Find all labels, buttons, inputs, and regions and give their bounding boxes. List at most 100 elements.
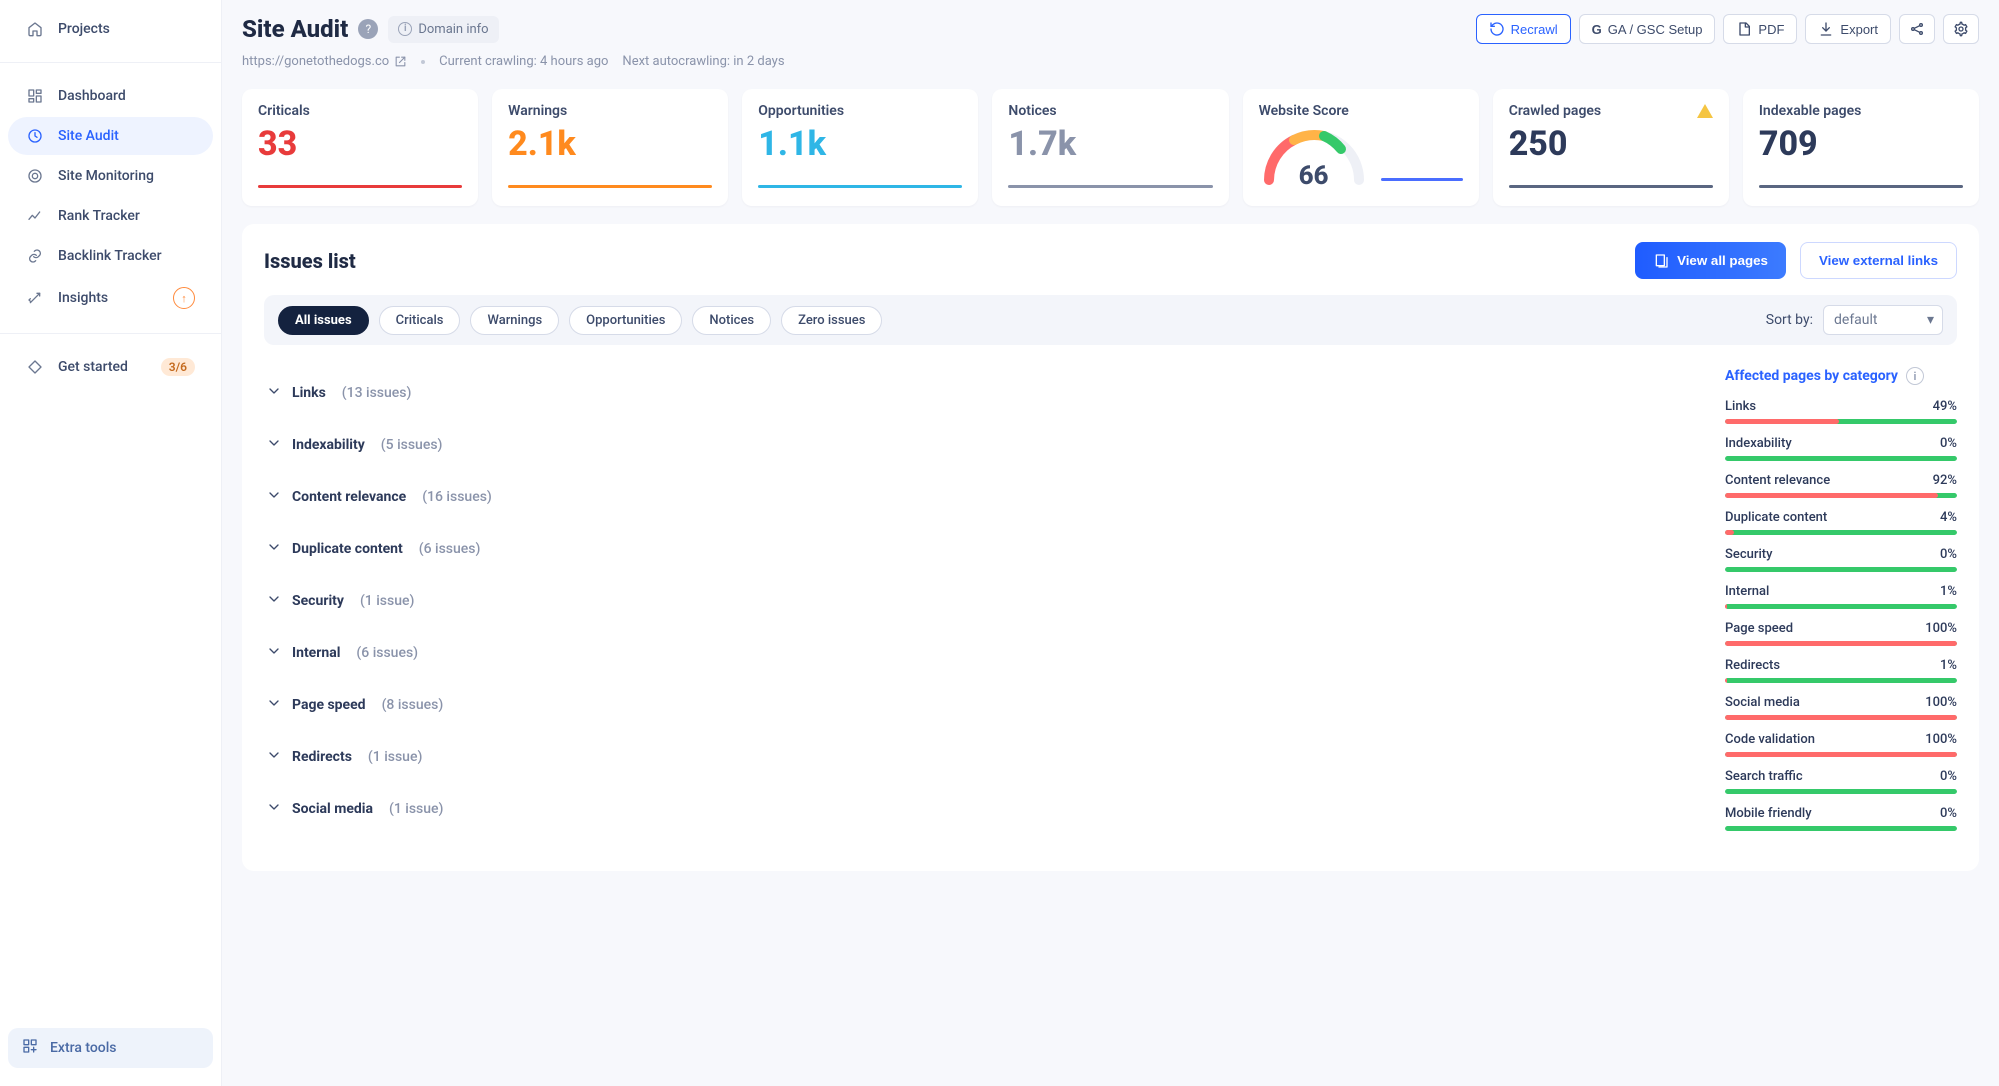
export-button[interactable]: Export [1805, 14, 1891, 44]
share-icon [1909, 21, 1925, 37]
affected-name: Search traffic [1725, 769, 1803, 784]
card-warnings[interactable]: Warnings 2.1k [492, 89, 728, 206]
sidebar-label: Get started [58, 359, 128, 375]
issue-row[interactable]: Internal (6 issues) [264, 627, 1685, 679]
issue-name: Security [292, 593, 344, 609]
sidebar-item-site-monitoring[interactable]: Site Monitoring [8, 157, 213, 195]
sidebar-label: Insights [58, 290, 108, 306]
issues-panel: Issues list View all pages View external… [242, 224, 1979, 871]
issue-name: Links [292, 385, 326, 401]
card-underline [1381, 178, 1463, 181]
issue-list: Links (13 issues) Indexability (5 issues… [264, 367, 1685, 843]
filter-opportunities[interactable]: Opportunities [569, 306, 682, 335]
affected-pct: 4% [1940, 510, 1957, 525]
affected-name: Internal [1725, 584, 1769, 599]
sort-label: Sort by: [1766, 312, 1813, 328]
export-label: Export [1840, 22, 1878, 37]
card-criticals[interactable]: Criticals 33 [242, 89, 478, 206]
issue-row[interactable]: Social media (1 issue) [264, 783, 1685, 835]
sidebar-item-backlink-tracker[interactable]: Backlink Tracker [8, 237, 213, 275]
affected-pct: 100% [1925, 732, 1957, 747]
issue-name: Redirects [292, 749, 352, 765]
filter-criticals[interactable]: Criticals [379, 306, 461, 335]
filter-notices[interactable]: Notices [692, 306, 771, 335]
issue-row[interactable]: Redirects (1 issue) [264, 731, 1685, 783]
card-crawled-pages[interactable]: Crawled pages 250 [1493, 89, 1729, 206]
main: Site Audit ? Domain info Recrawl G GA / … [222, 0, 1999, 1086]
card-website-score[interactable]: Website Score 66 [1243, 89, 1479, 206]
extra-tools-button[interactable]: Extra tools [8, 1028, 213, 1068]
card-indexable-pages[interactable]: Indexable pages 709 [1743, 89, 1979, 206]
card-value: 1.7k [1008, 127, 1212, 161]
affected-bar [1725, 493, 1957, 498]
card-opportunities[interactable]: Opportunities 1.1k [742, 89, 978, 206]
view-external-links-button[interactable]: View external links [1800, 242, 1957, 279]
view-all-label: View all pages [1677, 253, 1768, 268]
page-header: Site Audit ? Domain info Recrawl G GA / … [242, 14, 1979, 44]
chevron-down-icon [266, 435, 282, 455]
upgrade-icon[interactable]: ↑ [173, 287, 195, 309]
affected-item: Mobile friendly0% [1725, 806, 1957, 831]
sort-select[interactable]: default ▾ [1823, 305, 1943, 335]
diamond-icon [26, 358, 44, 376]
affected-bar [1725, 567, 1957, 572]
sidebar-item-get-started[interactable]: Get started 3/6 [8, 348, 213, 386]
card-label: Indexable pages [1759, 103, 1963, 119]
rank-icon [26, 207, 44, 225]
card-underline [1759, 185, 1963, 188]
stat-cards: Criticals 33 Warnings 2.1k Opportunities… [242, 89, 1979, 206]
filter-bar: All issues Criticals Warnings Opportunit… [264, 295, 1957, 345]
monitoring-icon [26, 167, 44, 185]
info-icon[interactable]: i [1906, 367, 1924, 385]
sidebar-item-dashboard[interactable]: Dashboard [8, 77, 213, 115]
view-all-pages-button[interactable]: View all pages [1635, 242, 1786, 279]
chevron-down-icon: ▾ [1927, 312, 1934, 328]
issue-row[interactable]: Duplicate content (6 issues) [264, 523, 1685, 575]
pdf-icon [1736, 21, 1752, 37]
ga-gsc-button[interactable]: G GA / GSC Setup [1579, 14, 1716, 44]
affected-item: Links49% [1725, 399, 1957, 424]
sidebar-item-projects[interactable]: Projects [8, 10, 213, 48]
issue-row[interactable]: Links (13 issues) [264, 367, 1685, 419]
affected-pct: 100% [1925, 695, 1957, 710]
issue-row[interactable]: Indexability (5 issues) [264, 419, 1685, 471]
affected-pct: 0% [1940, 769, 1957, 784]
filter-all[interactable]: All issues [278, 306, 369, 335]
pages-icon [1653, 253, 1669, 269]
issue-count: (16 issues) [422, 489, 492, 505]
affected-name: Code validation [1725, 732, 1815, 747]
gauge: 66 [1259, 125, 1369, 185]
card-notices[interactable]: Notices 1.7k [992, 89, 1228, 206]
issue-count: (6 issues) [356, 645, 418, 661]
affected-name: Social media [1725, 695, 1800, 710]
filter-warnings[interactable]: Warnings [470, 306, 559, 335]
affected-name: Content relevance [1725, 473, 1830, 488]
filter-zero[interactable]: Zero issues [781, 306, 882, 335]
settings-button[interactable] [1943, 14, 1979, 44]
pdf-button[interactable]: PDF [1723, 14, 1797, 44]
issue-row[interactable]: Page speed (8 issues) [264, 679, 1685, 731]
share-button[interactable] [1899, 14, 1935, 44]
help-icon[interactable]: ? [358, 19, 378, 39]
affected-pct: 100% [1925, 621, 1957, 636]
sidebar-label: Rank Tracker [58, 208, 140, 224]
issue-row[interactable]: Security (1 issue) [264, 575, 1685, 627]
affected-name: Page speed [1725, 621, 1793, 636]
card-underline [758, 185, 962, 188]
affected-item: Redirects1% [1725, 658, 1957, 683]
recrawl-button[interactable]: Recrawl [1476, 14, 1571, 44]
sidebar-item-rank-tracker[interactable]: Rank Tracker [8, 197, 213, 235]
card-label: Website Score [1259, 103, 1463, 119]
project-url-link[interactable]: https://gonetothedogs.co [242, 54, 407, 69]
issue-row[interactable]: Content relevance (16 issues) [264, 471, 1685, 523]
affected-bar [1725, 789, 1957, 794]
refresh-icon [1489, 21, 1505, 37]
sidebar-item-insights[interactable]: Insights ↑ [8, 277, 213, 319]
affected-title[interactable]: Affected pages by category [1725, 368, 1898, 384]
card-label: Opportunities [758, 103, 962, 119]
card-label: Criticals [258, 103, 462, 119]
card-label: Notices [1008, 103, 1212, 119]
domain-info-chip[interactable]: Domain info [388, 16, 498, 43]
affected-pct: 49% [1933, 399, 1957, 414]
sidebar-item-site-audit[interactable]: Site Audit [8, 117, 213, 155]
